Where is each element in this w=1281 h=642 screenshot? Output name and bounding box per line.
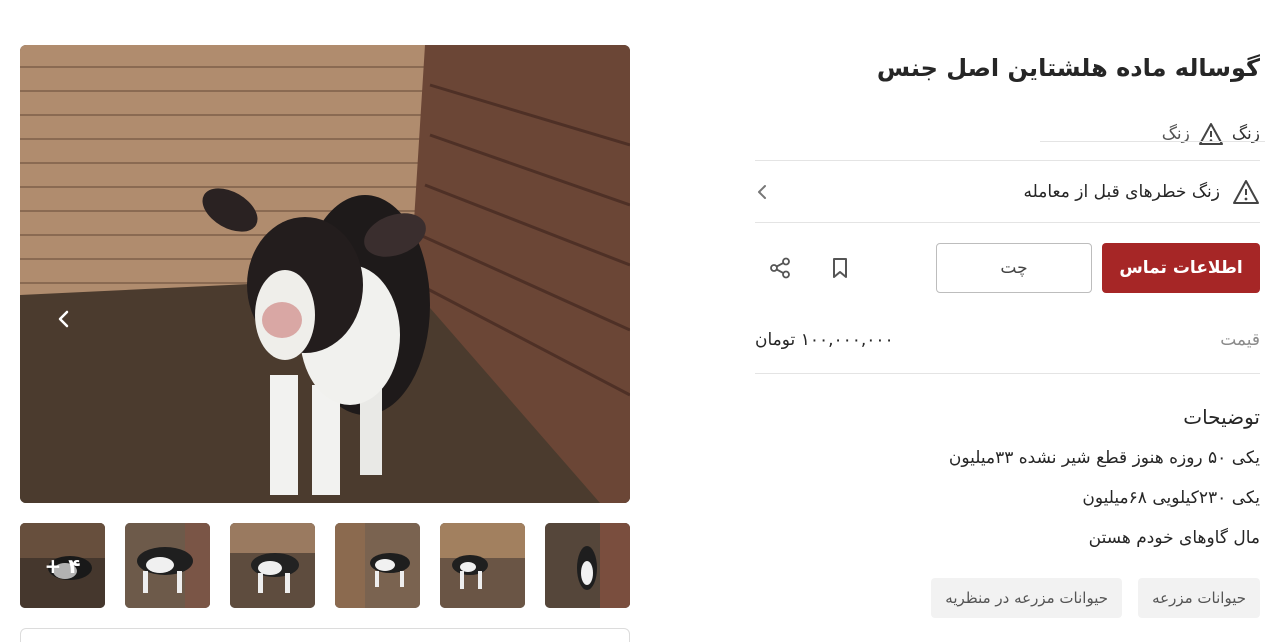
price-value: ۱۰۰,۰۰۰,۰۰۰ تومان <box>755 330 894 350</box>
description-line: یکی ۵۰ روزه هنوز قطع شیر نشده ۳۳میلیون <box>948 448 1260 468</box>
alarm-tags: زنگ زنگ <box>1162 122 1260 146</box>
thumbnail-image <box>125 523 210 608</box>
thumbnail-image <box>335 523 420 608</box>
calf-photo <box>20 45 630 503</box>
thumbnail[interactable] <box>440 523 525 608</box>
thumbnail-image <box>230 523 315 608</box>
more-photos-count: + ۴ <box>20 523 105 608</box>
category-location-chip[interactable]: حیوانات مزرعه در منظریه <box>931 578 1122 618</box>
divider <box>755 160 1260 161</box>
thumbnail[interactable] <box>335 523 420 608</box>
divider <box>1040 141 1265 142</box>
prev-photo-button[interactable] <box>48 305 80 333</box>
share-icon <box>770 257 790 279</box>
chevron-left-icon <box>758 185 766 199</box>
risk-notice-text: زنگ خطرهای قبل از معامله <box>1023 182 1220 202</box>
category-chip[interactable]: حیوانات مزرعه <box>1138 578 1260 618</box>
thumbnail-strip: + ۴ <box>20 523 630 608</box>
chat-button[interactable]: چت <box>936 243 1092 293</box>
description-line: مال گاوهای خودم هستن <box>1088 528 1260 548</box>
gallery-footer-box <box>20 628 630 642</box>
risk-notice-row[interactable]: زنگ خطرهای قبل از معامله <box>755 162 1260 222</box>
divider <box>755 222 1260 223</box>
thumbnail-image <box>545 523 630 608</box>
main-photo[interactable] <box>20 45 630 503</box>
chevron-left-icon <box>58 310 69 328</box>
contact-info-button[interactable]: اطلاعات تماس <box>1102 243 1260 293</box>
thumbnail-more[interactable]: + ۴ <box>20 523 105 608</box>
warning-triangle-icon <box>1233 180 1259 204</box>
warning-triangle-icon <box>1198 123 1223 145</box>
share-button[interactable] <box>764 252 796 284</box>
bookmark-icon <box>833 258 847 278</box>
bookmark-button[interactable] <box>824 252 856 284</box>
listing-title: گوساله ماده هلشتاین اصل جنس <box>876 54 1260 82</box>
divider <box>755 373 1260 374</box>
thumbnail[interactable] <box>125 523 210 608</box>
thumbnail[interactable] <box>545 523 630 608</box>
description-title: توضیحات <box>1183 405 1260 429</box>
thumbnail-image <box>440 523 525 608</box>
description-line: یکی ۲۳۰کیلویی ۶۸میلیون <box>1082 488 1260 508</box>
price-label: قیمت <box>1220 330 1260 350</box>
thumbnail[interactable] <box>230 523 315 608</box>
